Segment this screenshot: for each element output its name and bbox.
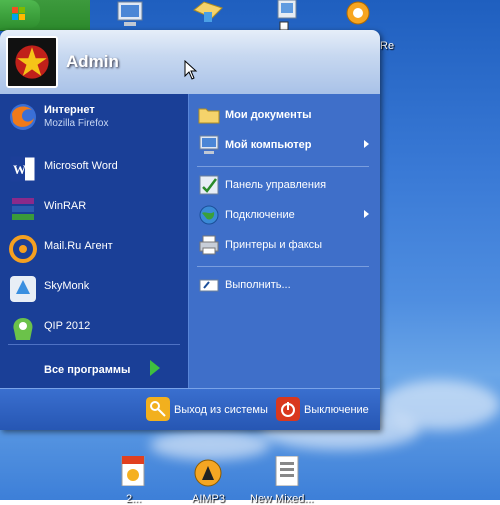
- skymonk-icon: [10, 276, 36, 302]
- right-item-control-panel[interactable]: Панель управления: [195, 172, 375, 198]
- recent-item-label: WinRAR: [44, 200, 87, 212]
- eps-file-icon[interactable]: [114, 456, 150, 486]
- recent-item-word[interactable]: W Microsoft Word: [6, 152, 182, 186]
- right-item-my-computer[interactable]: Мой компьютер: [195, 132, 375, 158]
- mouse-cursor-icon: [184, 60, 198, 80]
- start-button[interactable]: [0, 0, 40, 28]
- recent-item-label: QIP 2012: [44, 320, 91, 332]
- power-icon: [276, 397, 300, 421]
- pinned-item-title: Интернет: [44, 104, 95, 116]
- mixed-file-icon[interactable]: [268, 456, 304, 486]
- recent-item-qip[interactable]: QIP 2012: [6, 312, 182, 346]
- right-item-run[interactable]: Выполнить...: [195, 272, 375, 298]
- start-menu-footer: Выход из системы Выключение: [0, 388, 380, 430]
- word-icon: W: [10, 156, 36, 182]
- all-programs-button[interactable]: Все программы: [44, 364, 130, 376]
- qip-icon: [13, 318, 33, 340]
- right-item-label: Подключение: [225, 209, 295, 221]
- run-icon: [199, 279, 219, 292]
- right-item-label: Мой компьютер: [225, 139, 312, 151]
- right-item-label: Панель управления: [225, 179, 327, 191]
- control-panel-icon: [199, 175, 219, 195]
- aimp-icon[interactable]: [190, 458, 226, 488]
- mailru-agent-icon: [9, 235, 37, 263]
- desktop-label-aimp: AIMP3: [192, 493, 226, 505]
- pinned-item-subtitle: Mozilla Firefox: [44, 118, 109, 129]
- svg-text:W: W: [13, 162, 26, 177]
- key-icon: [146, 397, 170, 421]
- start-menu-right-panel: Мои документы Мой компьютер Панель управ…: [188, 94, 380, 388]
- start-menu: Admin Интернет Mozilla Firefox W Microso…: [0, 30, 380, 430]
- right-item-printers[interactable]: Принтеры и факсы: [195, 232, 375, 258]
- taskbar: [0, 0, 90, 31]
- right-item-label: Выполнить...: [225, 279, 291, 291]
- right-item-label: Мои документы: [225, 109, 312, 121]
- divider: [8, 344, 180, 345]
- shutdown-label: Выключение: [304, 404, 369, 416]
- right-item-my-documents[interactable]: Мои документы: [195, 102, 375, 128]
- desktop-label-mail: Re: [380, 40, 395, 52]
- submenu-arrow-icon: [364, 140, 369, 148]
- globe-icon: [199, 205, 219, 225]
- desktop-label-mixed: New Mixed...: [250, 493, 314, 505]
- recent-item-label: Mail.Ru Агент: [44, 240, 113, 252]
- user-avatar[interactable]: [6, 36, 58, 88]
- desktop-label-eps: 2...: [126, 493, 142, 505]
- recent-item-label: Microsoft Word: [44, 160, 118, 172]
- divider: [197, 166, 369, 167]
- windows-logo-icon: [12, 7, 25, 20]
- winrar-icon: [12, 198, 34, 220]
- my-documents-desktop-icon[interactable]: [190, 0, 226, 30]
- submenu-arrow-icon: [364, 210, 369, 218]
- recent-item-skymonk[interactable]: SkyMonk: [6, 272, 182, 306]
- username: Admin: [66, 52, 119, 71]
- network-desktop-icon[interactable]: [270, 0, 306, 30]
- printer-icon: [199, 235, 219, 255]
- divider: [197, 266, 369, 267]
- pinned-item-internet[interactable]: Интернет Mozilla Firefox: [6, 100, 182, 134]
- all-programs-arrow-icon: [150, 360, 160, 376]
- mail-agent-desktop-icon[interactable]: [340, 0, 376, 30]
- logoff-label: Выход из системы: [174, 404, 268, 416]
- recent-item-winrar[interactable]: WinRAR: [6, 192, 182, 226]
- recent-item-label: SkyMonk: [44, 280, 90, 292]
- right-item-label: Принтеры и факсы: [225, 239, 323, 251]
- folder-icon: [198, 108, 220, 124]
- start-menu-left-panel: Интернет Mozilla Firefox W Microsoft Wor…: [0, 94, 188, 388]
- firefox-icon: [10, 104, 36, 130]
- right-item-connect[interactable]: Подключение: [195, 202, 375, 228]
- my-computer-desktop-icon[interactable]: [112, 0, 148, 30]
- computer-icon: [199, 135, 219, 154]
- recent-item-mailru[interactable]: Mail.Ru Агент: [6, 232, 182, 266]
